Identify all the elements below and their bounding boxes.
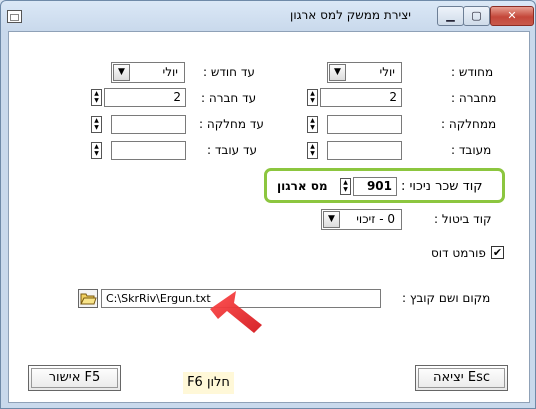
dos-format-checkbox[interactable]: ✔	[491, 246, 504, 259]
deduction-code-label: קוד שכר ניכוי :	[401, 179, 483, 194]
window-title: יצירת ממשק למס ארגון	[290, 8, 411, 22]
chevron-down-icon[interactable]: ▼	[113, 64, 130, 81]
to-department-label: עד מחלקה :	[199, 117, 264, 131]
from-employee-spinner[interactable]: ▲ ▼	[307, 142, 318, 159]
cancel-code-label: קוד ביטול :	[434, 212, 492, 226]
exit-button[interactable]: יציאה Esc	[415, 365, 508, 391]
from-company-label: מחברה :	[451, 91, 497, 105]
from-department-label: ממחלקה :	[441, 117, 497, 131]
from-company-field[interactable]: 2	[320, 88, 402, 107]
to-employee-field[interactable]	[111, 141, 186, 160]
close-button[interactable]: ✕	[490, 6, 534, 26]
minimize-button[interactable]: ▁	[437, 6, 464, 26]
app-icon[interactable]	[7, 10, 22, 23]
from-company-spinner[interactable]: ▲ ▼	[307, 89, 318, 106]
to-company-field[interactable]: 2	[104, 88, 186, 107]
to-employee-spinner[interactable]: ▲ ▼	[91, 142, 102, 159]
from-month-select[interactable]: ▼ יולי	[327, 62, 402, 83]
title-bar: יצירת ממשק למס ארגון ▁ ▢ ✕	[1, 1, 535, 31]
approve-button[interactable]: אישור F5	[28, 365, 121, 391]
chevron-down-icon[interactable]: ▼	[323, 211, 340, 228]
file-location-label: מקום ושם קובץ :	[402, 291, 491, 305]
app-window: יצירת ממשק למס ארגון ▁ ▢ ✕ מחודש : מחברה…	[0, 0, 536, 409]
to-month-select[interactable]: ▼ יולי	[111, 62, 185, 83]
from-employee-field[interactable]	[327, 141, 402, 160]
to-company-label: עד חברה :	[201, 91, 257, 105]
from-department-field[interactable]	[327, 115, 402, 134]
to-department-field[interactable]	[111, 115, 186, 134]
to-company-spinner[interactable]: ▲ ▼	[91, 89, 102, 106]
from-department-spinner[interactable]: ▲ ▼	[307, 116, 318, 133]
chevron-down-icon[interactable]: ▼	[329, 64, 346, 81]
from-employee-label: מעובד :	[451, 143, 492, 157]
to-department-spinner[interactable]: ▲ ▼	[91, 116, 102, 133]
maximize-button[interactable]: ▢	[463, 6, 490, 26]
deduction-code-field[interactable]: 901	[353, 177, 397, 196]
deduction-code-spinner[interactable]: ▲ ▼	[340, 178, 351, 195]
cancel-code-select[interactable]: ▼ 0 - זיכוי	[321, 209, 402, 230]
arrow-icon	[210, 291, 262, 333]
window-hint: F6 חלון	[183, 372, 234, 394]
folder-open-icon[interactable]	[78, 289, 98, 308]
dos-format-label: פורמט דוס	[431, 246, 486, 260]
to-month-label: עד חודש :	[203, 65, 255, 79]
deduction-code-description: מס ארגון	[277, 179, 328, 193]
to-employee-label: עד עובד :	[207, 143, 258, 157]
from-month-label: מחודש :	[451, 65, 494, 79]
